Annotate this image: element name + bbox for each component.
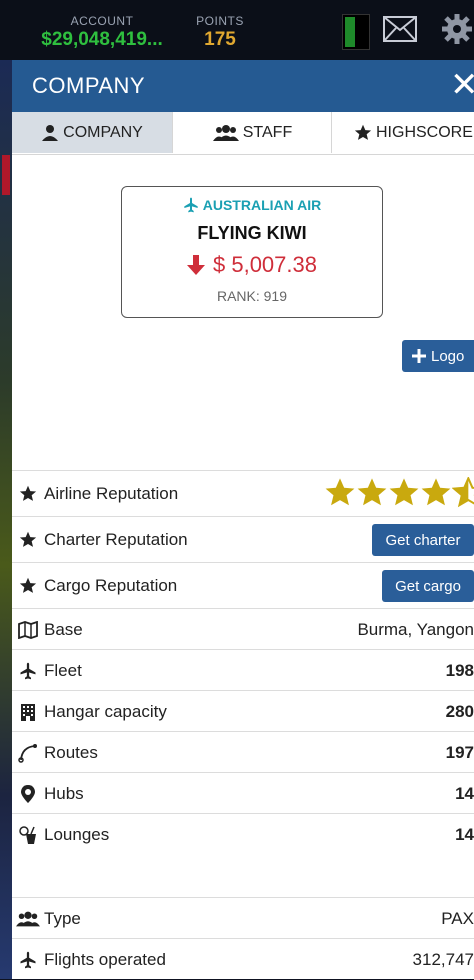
company-rank: RANK: 919 xyxy=(216,288,288,304)
stat-row-base: Base Burma, Yangon xyxy=(12,608,474,650)
points-label: POINTS xyxy=(196,14,244,28)
stat-row-type: Type PAX xyxy=(12,897,474,939)
plane-icon xyxy=(16,951,40,969)
hubs-value: 14 xyxy=(455,783,474,803)
stat-row-lounges: Lounges 14 xyxy=(12,813,474,855)
star-icon xyxy=(16,531,40,549)
panel-title: COMPANY xyxy=(32,73,146,98)
tab-company-label: COMPANY xyxy=(63,123,143,141)
company-money: $ 5,007.38 xyxy=(213,252,317,277)
building-icon xyxy=(16,703,40,721)
plus-icon xyxy=(412,349,426,363)
people-icon xyxy=(16,910,40,928)
panel-header: COMPANY ✕ xyxy=(12,60,474,112)
people-icon xyxy=(212,124,239,141)
tab-highscore-label: HIGHSCORE xyxy=(376,123,473,141)
tab-staff-label: STAFF xyxy=(242,123,293,141)
account-label: ACCOUNT xyxy=(70,14,134,28)
money-row: $ 5,007.38 xyxy=(122,252,382,278)
star-full-icon xyxy=(389,478,419,506)
routes-label: Routes xyxy=(44,742,98,762)
down-arrow-icon xyxy=(187,255,205,275)
stat-row-fleet: Fleet 198 xyxy=(12,649,474,691)
flights-value: 312,747 xyxy=(412,949,474,969)
routes-value: 197 xyxy=(445,742,474,762)
stat-row-routes: Routes 197 xyxy=(12,731,474,773)
battery-icon xyxy=(342,14,370,50)
lounges-value: 14 xyxy=(455,824,474,844)
reputation-stars xyxy=(324,477,474,509)
map-pin-icon xyxy=(16,784,40,804)
stat-row-flights: Flights operated 312,747 xyxy=(12,938,474,980)
route-icon xyxy=(16,743,40,763)
map-icon xyxy=(16,620,40,639)
stat-row-cargo-reputation: Cargo Reputation Get cargo xyxy=(12,562,474,609)
tab-highscore[interactable]: HIGHSCORE xyxy=(331,112,474,153)
hangar-label: Hangar capacity xyxy=(44,701,167,721)
tab-staff[interactable]: STAFF xyxy=(172,112,332,153)
stat-row-hubs: Hubs 14 xyxy=(12,772,474,814)
star-full-icon xyxy=(325,478,355,506)
base-value: Burma, Yangon xyxy=(357,619,474,639)
stat-row-airline-reputation: Airline Reputation xyxy=(12,470,474,517)
add-logo-button[interactable]: Logo xyxy=(402,340,474,372)
person-icon xyxy=(42,124,59,141)
star-full-icon xyxy=(357,478,387,506)
background-map xyxy=(0,60,12,979)
charter-reputation-label: Charter Reputation xyxy=(44,530,188,549)
fleet-label: Fleet xyxy=(44,660,82,680)
top-bar: ACCOUNT $29,048,419... POINTS 175 xyxy=(0,0,474,60)
lounges-label: Lounges xyxy=(44,824,110,844)
close-icon[interactable]: ✕ xyxy=(450,66,474,104)
account-value: $29,048,419... xyxy=(41,29,163,50)
airline-card: AUSTRALIAN AIR FLYING KIWI $ 5,007.38 RA… xyxy=(121,186,383,318)
type-label: Type xyxy=(44,908,81,928)
get-charter-button[interactable]: Get charter xyxy=(372,524,474,556)
star-icon xyxy=(16,485,40,503)
airline-name-row: AUSTRALIAN AIR xyxy=(122,197,382,213)
mail-icon[interactable] xyxy=(383,16,417,47)
gear-icon[interactable] xyxy=(440,12,474,51)
account-block: ACCOUNT $29,048,419... xyxy=(32,14,172,51)
flights-label: Flights operated xyxy=(44,949,166,969)
plane-icon xyxy=(16,662,40,680)
stat-row-hangar: Hangar capacity 280 xyxy=(12,690,474,732)
points-block: POINTS 175 xyxy=(192,14,248,51)
company-name: FLYING KIWI xyxy=(197,223,307,243)
base-label: Base xyxy=(44,619,83,639)
fleet-value: 198 xyxy=(445,660,474,680)
hubs-label: Hubs xyxy=(44,783,84,803)
plane-icon xyxy=(184,197,198,213)
tab-bar: COMPANY STAFF HIGHSCORE xyxy=(12,112,474,155)
stat-row-charter-reputation: Charter Reputation Get charter xyxy=(12,516,474,563)
points-value: 175 xyxy=(204,29,236,50)
hangar-value: 280 xyxy=(445,701,474,721)
star-icon xyxy=(16,577,40,595)
type-value: PAX xyxy=(441,908,474,928)
cargo-reputation-label: Cargo Reputation xyxy=(44,576,178,595)
get-cargo-button[interactable]: Get cargo xyxy=(382,570,474,602)
tab-company[interactable]: COMPANY xyxy=(12,112,172,153)
star-full-icon xyxy=(421,478,451,506)
add-logo-label: Logo xyxy=(431,347,465,365)
star-icon xyxy=(354,124,372,140)
cocktail-icon xyxy=(16,825,40,845)
airline-reputation-label: Airline Reputation xyxy=(44,484,179,503)
airline-name: AUSTRALIAN AIR xyxy=(202,197,322,213)
star-half-icon xyxy=(452,477,474,508)
